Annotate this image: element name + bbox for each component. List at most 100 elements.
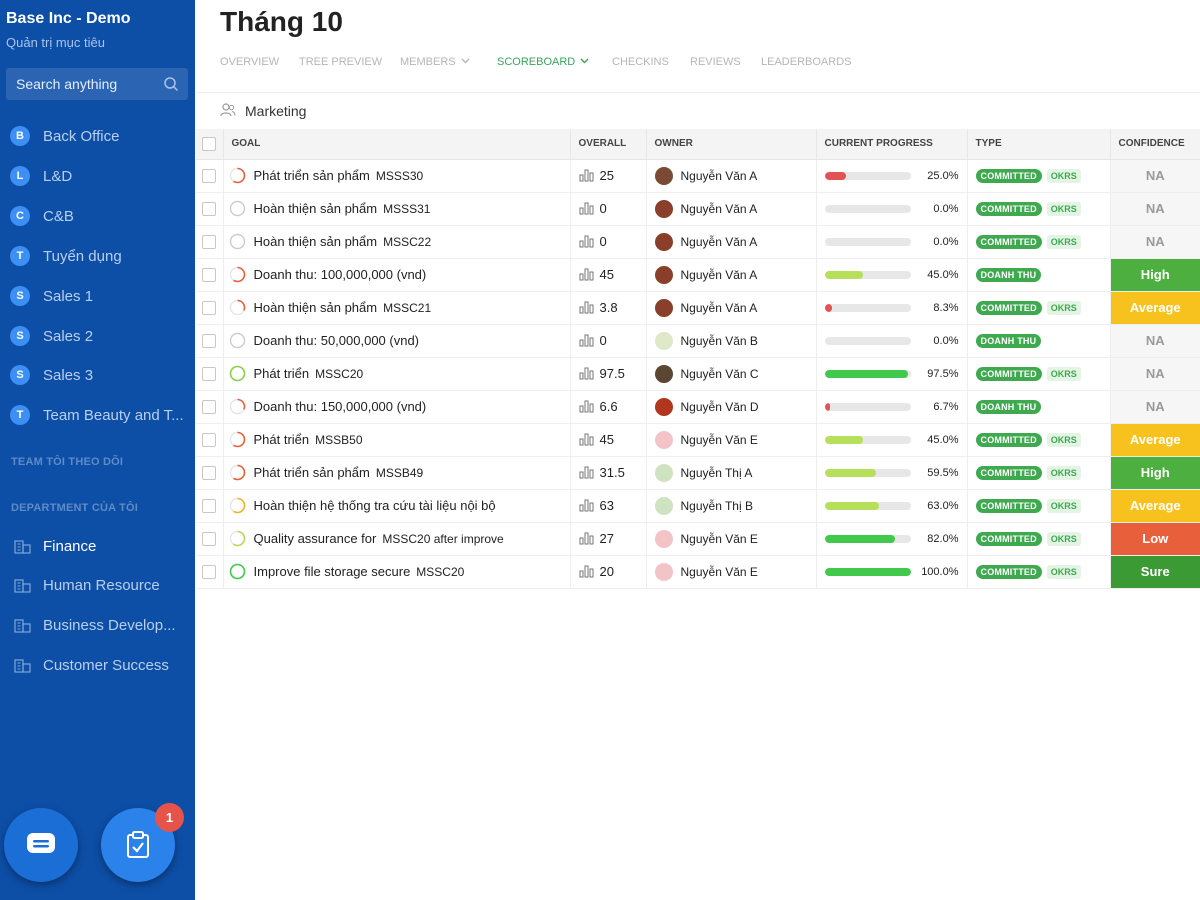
table-row[interactable]: Hoàn thiện sản phẩm MSSS31 0 Nguyễn Văn A 0.… bbox=[196, 192, 1200, 226]
avatar[interactable] bbox=[654, 265, 673, 284]
confidence-cell[interactable]: NA bbox=[1110, 324, 1200, 358]
workspace-title[interactable]: Base Inc - Demo bbox=[6, 10, 130, 28]
goal-title[interactable]: Quality assurance for bbox=[254, 531, 377, 546]
avatar[interactable] bbox=[654, 364, 673, 383]
table-row[interactable]: Phát triển sản phẩm MSSS30 25 Nguyễn Văn A 2… bbox=[196, 159, 1200, 193]
sidebar-team-l-d[interactable]: L L&D bbox=[10, 164, 190, 188]
row-checkbox[interactable] bbox=[202, 334, 217, 349]
goal-title[interactable]: Phát triển bbox=[254, 432, 310, 447]
column-current-progress[interactable]: CURRENT PROGRESS bbox=[816, 129, 968, 160]
table-row[interactable]: Doanh thu: 50,000,000 (vnd) 0 Nguyễn Văn B… bbox=[196, 324, 1200, 358]
avatar[interactable] bbox=[654, 331, 673, 350]
avatar[interactable] bbox=[654, 529, 673, 548]
goal-cell[interactable]: Hoàn thiện sản phẩm MSSC21 bbox=[223, 291, 571, 325]
row-checkbox[interactable] bbox=[202, 301, 217, 316]
goal-title[interactable]: Hoàn thiện sản phẩm bbox=[254, 300, 378, 315]
confidence-cell[interactable]: Average bbox=[1110, 423, 1200, 457]
row-checkbox[interactable] bbox=[202, 532, 217, 547]
confidence-cell[interactable]: Average bbox=[1110, 489, 1200, 523]
avatar[interactable] bbox=[654, 562, 673, 581]
row-checkbox[interactable] bbox=[202, 268, 217, 283]
row-checkbox[interactable] bbox=[202, 400, 217, 415]
table-row[interactable]: Hoàn thiện sản phẩm MSSC21 3.8 Nguyễn Văn A… bbox=[196, 291, 1200, 325]
confidence-cell[interactable]: NA bbox=[1110, 390, 1200, 424]
confidence-cell[interactable]: NA bbox=[1110, 357, 1200, 391]
table-row[interactable]: Hoàn thiện sản phẩm MSSC22 0 Nguyễn Văn A 0.… bbox=[196, 225, 1200, 259]
row-checkbox[interactable] bbox=[202, 466, 217, 481]
avatar[interactable] bbox=[654, 430, 673, 449]
row-checkbox[interactable] bbox=[202, 565, 217, 580]
goal-cell[interactable]: Phát triển sản phẩm MSSB49 bbox=[223, 456, 571, 490]
avatar[interactable] bbox=[654, 298, 673, 317]
goal-title[interactable]: Phát triển sản phẩm bbox=[254, 465, 370, 480]
goal-title[interactable]: Phát triển sản phẩm bbox=[254, 168, 370, 183]
goal-cell[interactable]: Phát triển MSSC20 bbox=[223, 357, 571, 391]
search-icon[interactable] bbox=[163, 76, 179, 92]
row-checkbox[interactable] bbox=[202, 235, 217, 250]
goal-cell[interactable]: Doanh thu: 150,000,000 (vnd) bbox=[223, 390, 571, 424]
table-row[interactable]: Phát triển MSSB50 45 Nguyễn Văn E 45.0% COMMI… bbox=[196, 423, 1200, 457]
table-row[interactable]: Phát triển sản phẩm MSSB49 31.5 Nguyễn Thị … bbox=[196, 456, 1200, 490]
sidebar-team-team-beauty-and-t[interactable]: T Team Beauty and T... bbox=[10, 403, 190, 427]
goal-cell[interactable]: Hoàn thiện sản phẩm MSSC22 bbox=[223, 225, 571, 259]
tab-members[interactable]: MEMBERS bbox=[400, 56, 470, 68]
goal-title[interactable]: Phát triển bbox=[254, 366, 310, 381]
table-row[interactable]: Quality assurance for MSSC20 after improv… bbox=[196, 522, 1200, 556]
row-checkbox[interactable] bbox=[202, 499, 217, 514]
avatar[interactable] bbox=[654, 397, 673, 416]
table-row[interactable]: Doanh thu: 150,000,000 (vnd) 6.6 Nguyễn Vă… bbox=[196, 390, 1200, 424]
confidence-cell[interactable]: Average bbox=[1110, 291, 1200, 325]
avatar[interactable] bbox=[654, 199, 673, 218]
goal-cell[interactable]: Doanh thu: 50,000,000 (vnd) bbox=[223, 324, 571, 358]
sidebar-department-finance[interactable]: Finance bbox=[14, 534, 96, 558]
sidebar-department-human-resource[interactable]: Human Resource bbox=[14, 573, 160, 597]
sidebar-team-back-office[interactable]: B Back Office bbox=[10, 124, 190, 148]
table-row[interactable]: Doanh thu: 100,000,000 (vnd) 45 Nguyễn Văn… bbox=[196, 258, 1200, 292]
confidence-cell[interactable]: Low bbox=[1110, 522, 1200, 556]
goal-title[interactable]: Hoàn thiện hệ thống tra cứu tài liệu nội… bbox=[254, 498, 496, 513]
tab-checkins[interactable]: CHECKINS bbox=[612, 56, 669, 68]
goal-title[interactable]: Doanh thu: 150,000,000 (vnd) bbox=[254, 399, 427, 414]
sidebar-team-sales-3[interactable]: S Sales 3 bbox=[10, 363, 190, 387]
tab-scoreboard[interactable]: SCOREBOARD bbox=[497, 56, 589, 68]
goal-title[interactable]: Hoàn thiện sản phẩm bbox=[254, 201, 378, 216]
sidebar-department-business-develop[interactable]: Business Develop... bbox=[14, 613, 176, 637]
tab-overview[interactable]: OVERVIEW bbox=[220, 56, 279, 68]
goal-cell[interactable]: Quality assurance for MSSC20 after improv… bbox=[223, 522, 571, 556]
column-type[interactable]: TYPE bbox=[967, 129, 1111, 160]
tab-leaderboards[interactable]: LEADERBOARDS bbox=[761, 56, 851, 68]
goal-title[interactable]: Doanh thu: 100,000,000 (vnd) bbox=[254, 267, 427, 282]
goal-title[interactable]: Doanh thu: 50,000,000 (vnd) bbox=[254, 333, 420, 348]
sidebar-team-sales-1[interactable]: S Sales 1 bbox=[10, 284, 190, 308]
sidebar-team-tuyen-dung[interactable]: T Tuyển dụng bbox=[10, 244, 190, 268]
avatar[interactable] bbox=[654, 166, 673, 185]
sidebar-team-c-b[interactable]: C C&B bbox=[10, 204, 190, 228]
row-checkbox[interactable] bbox=[202, 433, 217, 448]
search-input[interactable]: Search anything bbox=[16, 76, 117, 92]
avatar[interactable] bbox=[654, 232, 673, 251]
tab-tree-preview[interactable]: TREE PREVIEW bbox=[299, 56, 382, 68]
sidebar-department-customer-success[interactable]: Customer Success bbox=[14, 653, 169, 677]
column-goal[interactable]: GOAL bbox=[223, 129, 571, 160]
confidence-cell[interactable]: High bbox=[1110, 456, 1200, 490]
chat-button[interactable] bbox=[4, 808, 78, 882]
avatar[interactable] bbox=[654, 463, 673, 482]
goal-cell[interactable]: Phát triển sản phẩm MSSS30 bbox=[223, 159, 571, 193]
row-checkbox[interactable] bbox=[202, 367, 217, 382]
confidence-cell[interactable]: NA bbox=[1110, 192, 1200, 226]
confidence-cell[interactable]: Sure bbox=[1110, 555, 1200, 589]
table-row[interactable]: Phát triển MSSC20 97.5 Nguyễn Văn C 97.5% COM… bbox=[196, 357, 1200, 391]
search-box[interactable]: Search anything bbox=[6, 68, 188, 100]
column-owner[interactable]: OWNER bbox=[646, 129, 817, 160]
confidence-cell[interactable]: NA bbox=[1110, 225, 1200, 259]
confidence-cell[interactable]: High bbox=[1110, 258, 1200, 292]
goal-cell[interactable]: Hoàn thiện sản phẩm MSSS31 bbox=[223, 192, 571, 226]
goal-cell[interactable]: Improve file storage secure MSSC20 bbox=[223, 555, 571, 589]
row-checkbox[interactable] bbox=[202, 202, 217, 217]
column-overall[interactable]: OVERALL bbox=[570, 129, 647, 160]
select-all-checkbox[interactable] bbox=[202, 136, 217, 151]
column-confidence[interactable]: CONFIDENCE bbox=[1110, 129, 1200, 160]
row-checkbox[interactable] bbox=[202, 169, 217, 184]
table-row[interactable]: Hoàn thiện hệ thống tra cứu tài liệu nội… bbox=[196, 489, 1200, 523]
tab-reviews[interactable]: REVIEWS bbox=[690, 56, 741, 68]
